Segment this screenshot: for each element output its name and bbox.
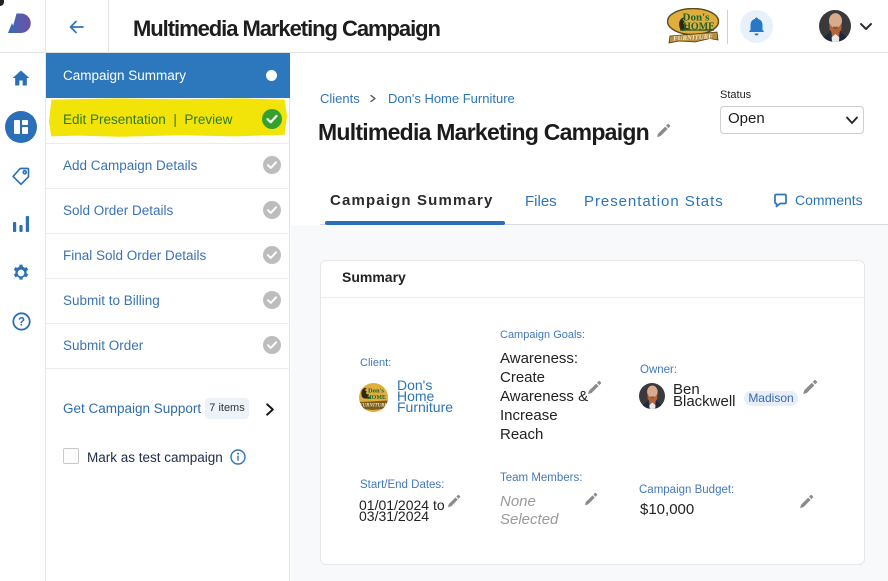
- svg-text:Don's: Don's: [368, 388, 384, 395]
- svg-text:FURNITURE: FURNITURE: [673, 33, 713, 42]
- svg-text:HOME: HOME: [367, 395, 386, 401]
- svg-text:HOME: HOME: [683, 22, 715, 33]
- svg-text:FURNITURE: FURNITURE: [360, 404, 388, 409]
- svg-text:?: ?: [18, 317, 25, 329]
